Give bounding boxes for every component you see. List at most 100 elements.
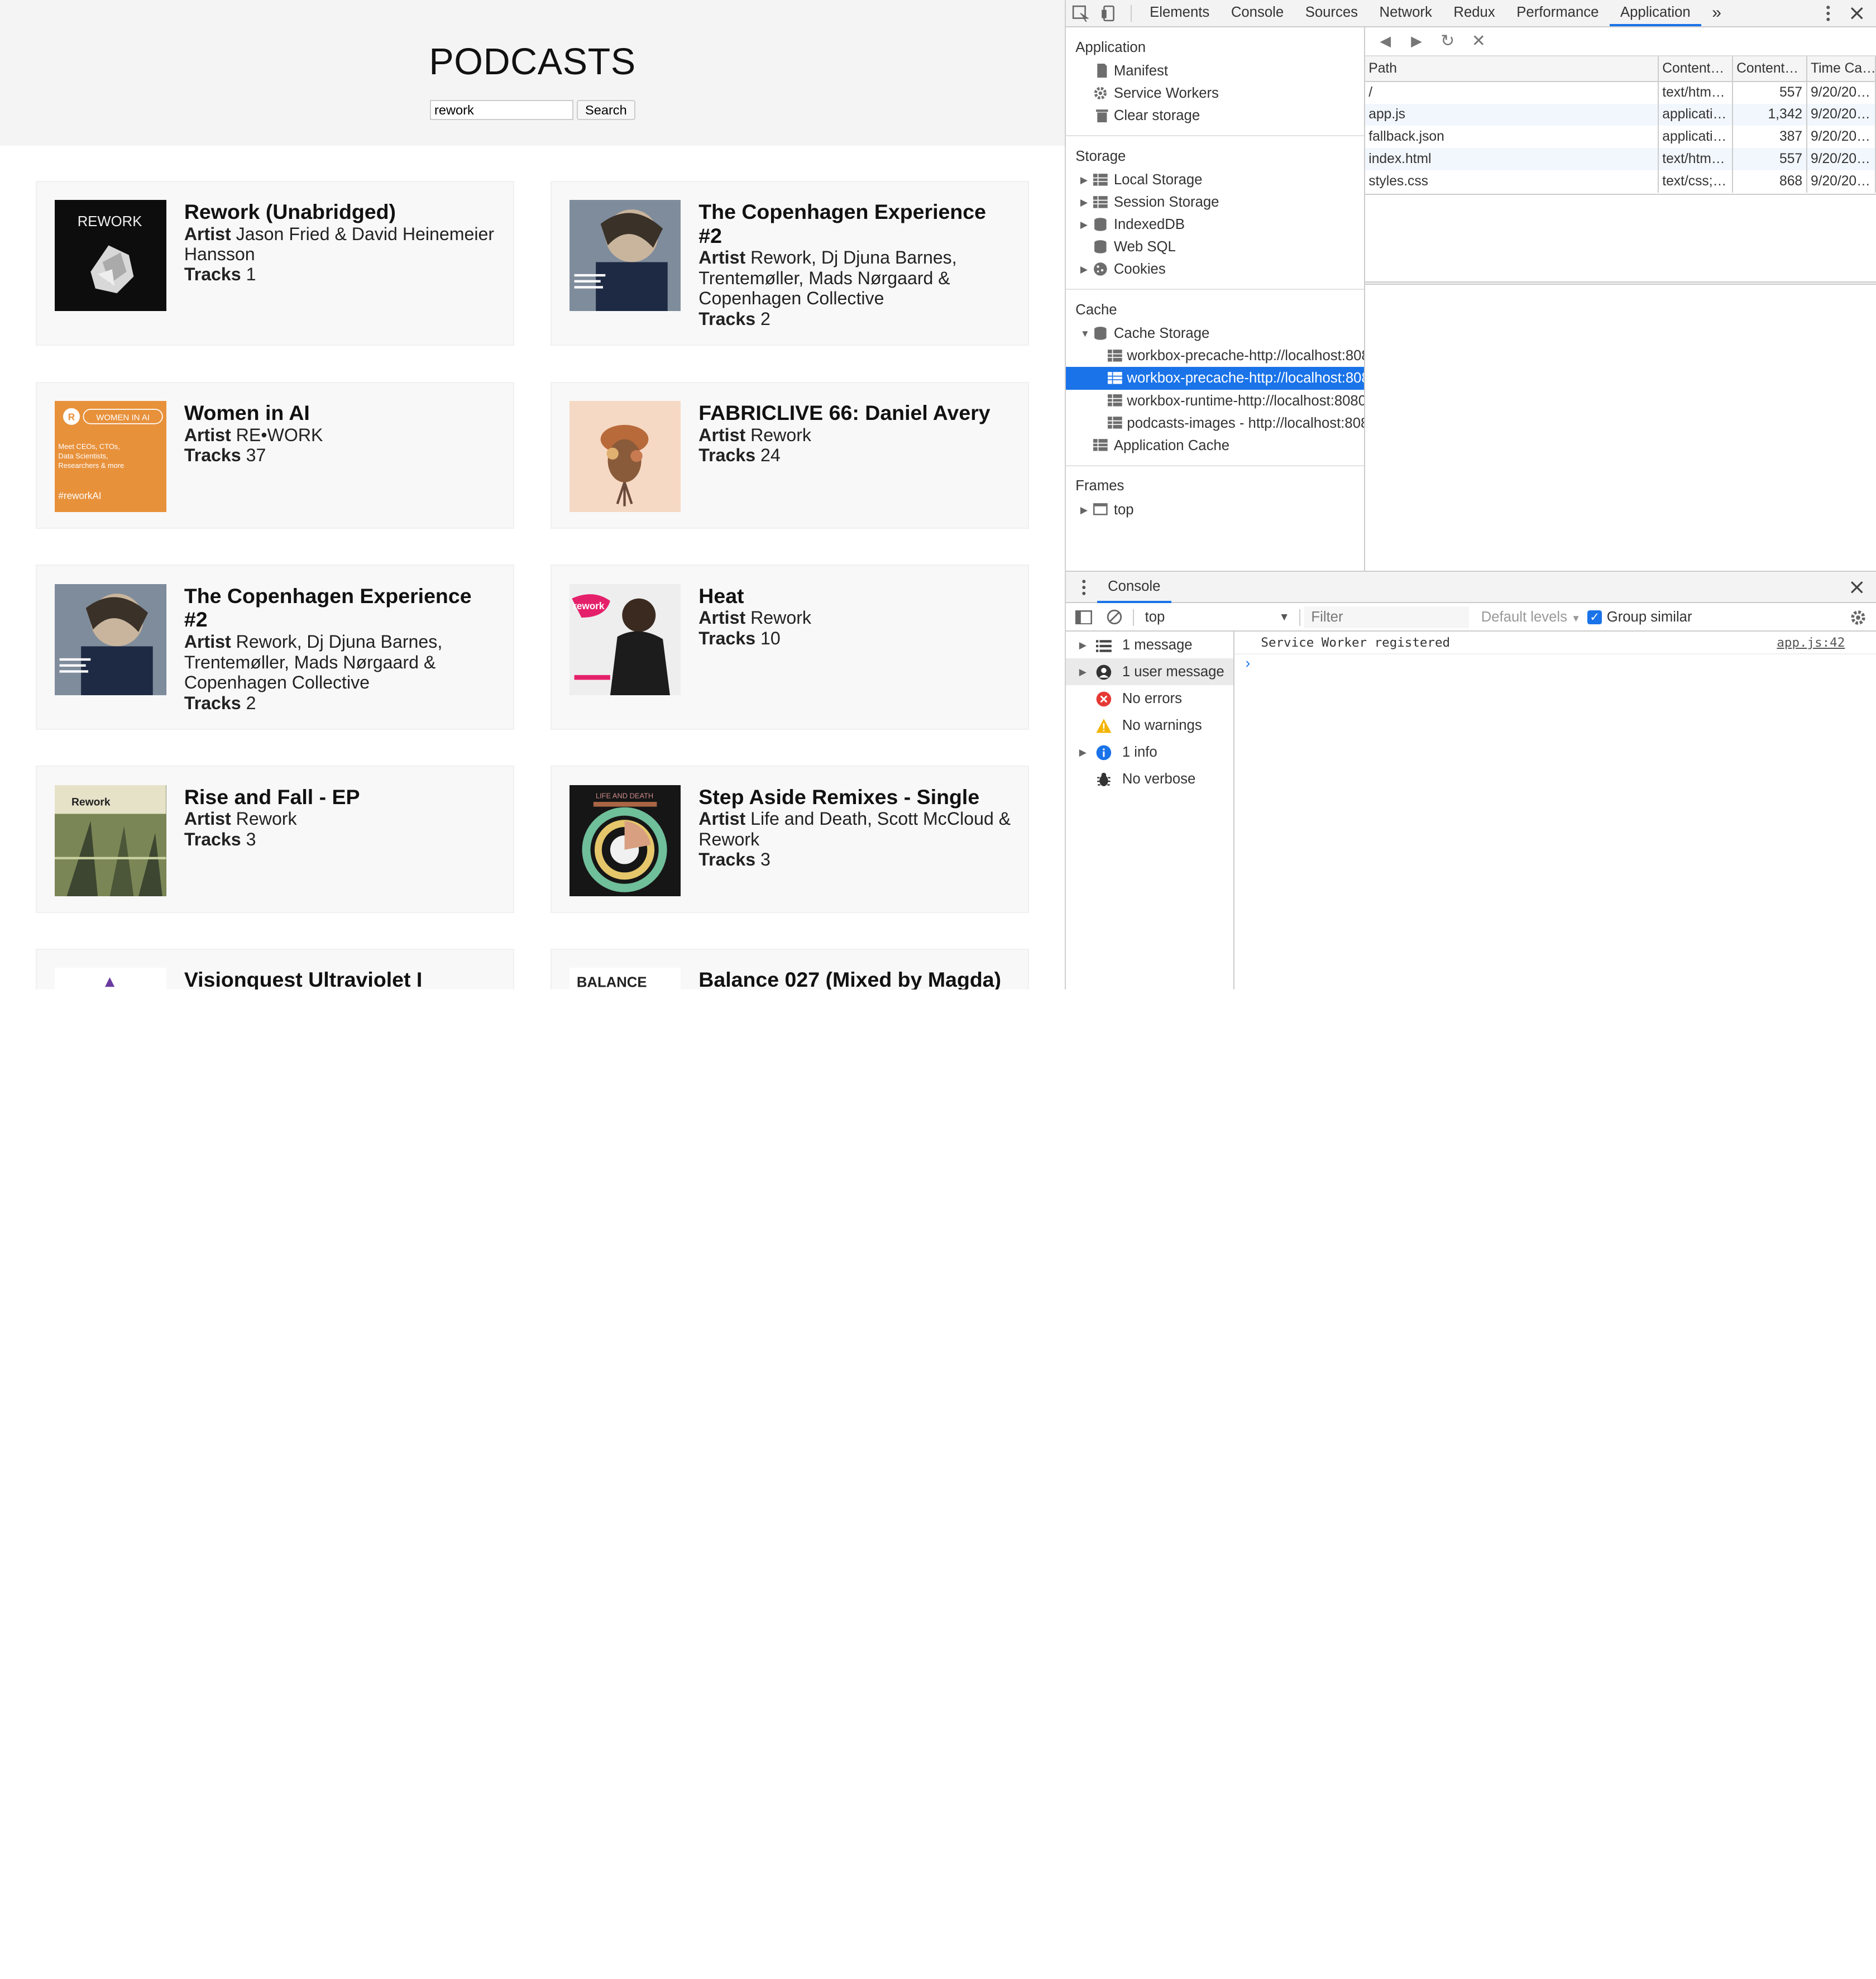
cache-entry-precache[interactable]: workbox-precache-http://localhost:8080/ [1066, 345, 1364, 367]
column-header-time-cached[interactable]: Time Ca… [1806, 56, 1876, 82]
tab-elements[interactable]: Elements [1139, 0, 1221, 26]
console-settings-gear-icon[interactable] [1850, 603, 1867, 632]
preview-splitter[interactable] [1365, 281, 1876, 285]
collapse-arrow-icon[interactable]: ▼ [1080, 322, 1090, 345]
back-arrow-icon[interactable]: ◀ [1372, 33, 1399, 50]
podcast-card[interactable]: REWORK Rework (Unabridged) Artist Jason … [36, 180, 515, 346]
podcast-card[interactable]: Visionquest Ultraviolet I [36, 949, 515, 990]
clear-console-icon[interactable] [1107, 603, 1122, 632]
column-header-content-length[interactable]: Content… [1732, 56, 1807, 82]
podcast-card[interactable]: rework Heat Artist Rework Tracks 10 [550, 565, 1029, 730]
tab-performance[interactable]: Performance [1506, 0, 1610, 26]
more-tabs-icon[interactable]: » [1701, 0, 1732, 26]
expand-arrow-icon[interactable]: ▶ [1079, 658, 1087, 685]
console-filter-verbose[interactable]: No verbose [1066, 766, 1233, 792]
console-prompt[interactable]: › [1246, 656, 1251, 672]
console-filter-messages[interactable]: ▶ 1 message [1066, 632, 1233, 658]
tab-application[interactable]: Application [1609, 0, 1701, 27]
chevron-down-icon[interactable]: ▼ [1279, 603, 1290, 632]
close-drawer-icon[interactable] [1842, 574, 1871, 600]
podcast-card[interactable]: Rework Rise and Fall - EP Artist Rework … [36, 766, 515, 913]
tab-redux[interactable]: Redux [1443, 0, 1506, 26]
sidebar-item-cookies[interactable]: ▶ Cookies [1066, 258, 1364, 280]
sidebar-toggle-icon[interactable] [1075, 603, 1093, 632]
podcast-title[interactable]: The Copenhagen Experience #2 [184, 584, 497, 632]
podcast-title[interactable]: Balance 027 (Mixed by Magda) [698, 968, 1011, 990]
sidebar-item-local-storage[interactable]: ▶ Local Storage [1066, 169, 1364, 191]
artist-line: Artist Rework, Dj Djuna Barnes, Trentemø… [698, 247, 1011, 308]
kebab-menu-icon[interactable] [1814, 0, 1842, 26]
podcast-title[interactable]: Rework (Unabridged) [184, 200, 497, 224]
podcast-title[interactable]: Women in AI [184, 401, 497, 425]
podcast-title[interactable]: The Copenhagen Experience #2 [698, 200, 1011, 248]
table-row[interactable]: fallback.json applicati… 387 9/20/20… [1365, 126, 1876, 149]
grid-icon [1093, 195, 1108, 208]
device-toolbar-icon[interactable] [1095, 0, 1123, 26]
table-row[interactable]: app.js applicati… 1,342 9/20/20… [1365, 103, 1876, 126]
podcast-card[interactable]: LIFE AND DEATH Step Aside Remixes - Sing… [550, 766, 1029, 913]
artist-name: Life and Death, Scott McCloud & Rework [698, 809, 1011, 849]
sidebar-item-web-sql[interactable]: Web SQL [1066, 236, 1364, 258]
column-header-path[interactable]: Path [1365, 56, 1659, 82]
podcast-card[interactable]: FABRICLIVE 66: Daniel Avery Artist Rewor… [550, 381, 1029, 529]
podcast-card[interactable]: BALANCE Balance 027 (Mixed by Magda) [550, 949, 1029, 990]
podcast-card[interactable]: The Copenhagen Experience #2 Artist Rewo… [550, 180, 1029, 346]
expand-arrow-icon[interactable]: ▶ [1079, 632, 1087, 658]
podcast-card[interactable]: R WOMEN IN AI Meet CEOs, CTOs, Data Scie… [36, 381, 515, 529]
console-output[interactable]: Service Worker registered app.js:42 › [1234, 632, 1876, 990]
podcast-title[interactable]: FABRICLIVE 66: Daniel Avery [698, 401, 1011, 425]
console-filter-input[interactable]: Filter [1304, 606, 1470, 628]
podcast-title[interactable]: Heat [698, 584, 1011, 608]
sidebar-item-indexeddb[interactable]: ▶ IndexedDB [1066, 213, 1364, 236]
refresh-icon[interactable]: ↻ [1434, 31, 1461, 51]
console-filter-errors[interactable]: No errors [1066, 685, 1233, 712]
podcast-title[interactable]: Rise and Fall - EP [184, 785, 497, 809]
sidebar-item-service-workers[interactable]: Service Workers [1066, 82, 1364, 104]
expand-arrow-icon[interactable]: ▶ [1080, 169, 1088, 191]
artist-line: Artist Rework [698, 608, 1011, 628]
podcast-title[interactable]: Visionquest Ultraviolet I [184, 968, 497, 990]
cache-entry-runtime[interactable]: workbox-runtime-http://localhost:8080/ [1066, 390, 1364, 412]
expand-arrow-icon[interactable]: ▶ [1080, 258, 1088, 280]
expand-arrow-icon[interactable]: ▶ [1080, 499, 1088, 521]
tab-network[interactable]: Network [1368, 0, 1443, 26]
sidebar-item-manifest[interactable]: Manifest [1066, 60, 1364, 82]
sidebar-item-frame-top[interactable]: ▶ top [1066, 499, 1364, 521]
tab-sources[interactable]: Sources [1294, 0, 1368, 26]
cache-entry-precache-selected[interactable]: workbox-precache-http://localhost:8080/ [1066, 367, 1364, 390]
expand-arrow-icon[interactable]: ▶ [1080, 213, 1088, 236]
table-row[interactable]: styles.css text/css;… 868 9/20/20… [1365, 170, 1876, 193]
cell-time-cached: 9/20/20… [1806, 81, 1876, 104]
podcast-card[interactable]: The Copenhagen Experience #2 Artist Rewo… [36, 565, 515, 730]
podcast-title[interactable]: Step Aside Remixes - Single [698, 785, 1011, 809]
expand-arrow-icon[interactable]: ▶ [1079, 739, 1087, 766]
drawer-tab-console[interactable]: Console [1097, 572, 1171, 603]
sidebar-item-clear-storage[interactable]: Clear storage [1066, 104, 1364, 127]
console-filter-info[interactable]: ▶ 1 info [1066, 739, 1233, 766]
table-row[interactable]: / text/htm… 557 9/20/20… [1365, 81, 1876, 104]
search-button[interactable]: Search [577, 99, 635, 121]
drawer-menu-icon[interactable] [1070, 574, 1098, 600]
console-filter-user-messages[interactable]: ▶ 1 user message [1066, 658, 1234, 686]
expand-arrow-icon[interactable]: ▶ [1080, 191, 1088, 213]
column-header-content-type[interactable]: Content… [1658, 56, 1733, 82]
close-devtools-icon[interactable] [1842, 0, 1871, 26]
console-source-link[interactable]: app.js:42 [1777, 632, 1845, 654]
group-similar-checkbox[interactable]: ✓ [1587, 610, 1602, 625]
tab-console[interactable]: Console [1221, 0, 1295, 26]
gear-icon [1094, 87, 1107, 99]
sidebar-item-application-cache[interactable]: Application Cache [1066, 434, 1364, 457]
search-input[interactable] [429, 99, 573, 121]
context-selector[interactable]: top [1145, 603, 1165, 632]
inspect-element-icon[interactable] [1066, 0, 1094, 26]
table-row[interactable]: index.html text/htm… 557 9/20/20… [1365, 148, 1876, 171]
cache-entry-podcasts-images[interactable]: podcasts-images - http://localhost:8080 [1066, 412, 1364, 434]
console-message[interactable]: Service Worker registered app.js:42 [1234, 632, 1876, 654]
console-filter-warnings[interactable]: No warnings [1066, 712, 1233, 739]
forward-arrow-icon[interactable]: ▶ [1403, 33, 1429, 50]
log-levels-dropdown[interactable]: Default levels ▼ [1481, 603, 1581, 632]
delete-entry-icon[interactable]: ✕ [1466, 31, 1492, 51]
sidebar-item-session-storage[interactable]: ▶ Session Storage [1066, 191, 1364, 213]
svg-text:WOMEN IN AI: WOMEN IN AI [97, 413, 150, 422]
sidebar-item-cache-storage[interactable]: ▼ Cache Storage [1066, 322, 1364, 345]
